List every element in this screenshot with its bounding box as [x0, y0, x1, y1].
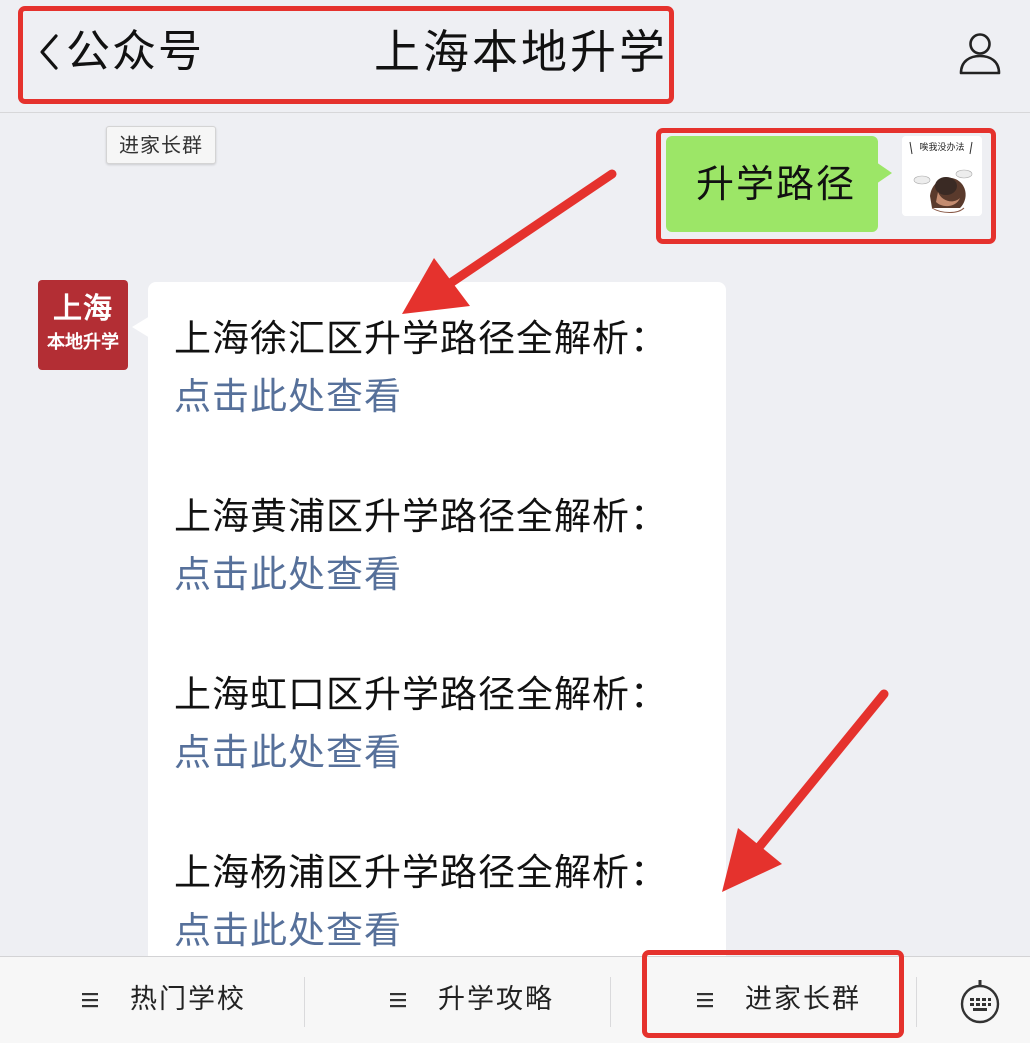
item-title: 上海黄浦区升学路径全解析：: [174, 495, 668, 538]
menu-divider: [916, 977, 917, 1027]
keyboard-icon[interactable]: [958, 978, 1002, 1026]
menu-item-label: 热门学校: [130, 984, 246, 1015]
list-item: 上海黄浦区升学路径全解析： 点击此处查看: [174, 488, 668, 604]
item-link[interactable]: 点击此处查看: [174, 546, 668, 604]
account-avatar[interactable]: 上海 本地升学: [38, 280, 128, 370]
hamburger-icon: [82, 993, 98, 1008]
user-message-bubble[interactable]: 升学路径: [666, 136, 892, 232]
profile-icon[interactable]: [956, 30, 1004, 76]
sticker-text: 唉我没办法: [919, 141, 964, 153]
page-title: 上海本地升学: [374, 25, 668, 79]
user-message-text: 升学路径: [696, 162, 857, 206]
back-label[interactable]: 公众号: [66, 24, 204, 80]
account-avatar-line1: 上海: [52, 291, 113, 325]
list-item: 上海虹口区升学路径全解析： 点击此处查看: [174, 666, 668, 782]
bottom-menu-bar: 热门学校 升学攻略 进家长群: [0, 956, 1030, 1043]
item-link[interactable]: 点击此处查看: [174, 368, 668, 426]
list-item: 上海杨浦区升学路径全解析： 点击此处查看: [174, 844, 668, 960]
account-avatar-line2: 本地升学: [47, 332, 119, 353]
menu-item-label: 进家长群: [745, 984, 861, 1015]
item-title: 上海虹口区升学路径全解析：: [174, 673, 668, 716]
back-chevron-icon[interactable]: [36, 30, 64, 74]
time-chip: 进家长群: [106, 126, 216, 164]
account-message-bubble: 上海徐汇区升学路径全解析： 点击此处查看 上海黄浦区升学路径全解析： 点击此处查…: [148, 282, 726, 982]
time-chip-label: 进家长群: [119, 133, 203, 157]
sticker-image: 唉我没办法: [902, 136, 982, 216]
hamburger-icon: [697, 993, 713, 1008]
item-link[interactable]: 点击此处查看: [174, 724, 668, 782]
item-title: 上海徐汇区升学路径全解析：: [174, 317, 668, 360]
hamburger-icon: [390, 993, 406, 1008]
arrow-to-menu: [722, 689, 889, 892]
menu-item-label: 升学攻略: [438, 984, 554, 1015]
list-item: 上海徐汇区升学路径全解析： 点击此处查看: [174, 310, 668, 426]
user-avatar[interactable]: 唉我没办法: [902, 136, 982, 216]
menu-item-popular-schools[interactable]: 热门学校: [0, 957, 304, 1043]
menu-item-parent-group[interactable]: 进家长群: [611, 957, 916, 1043]
item-title: 上海杨浦区升学路径全解析：: [174, 851, 668, 894]
header-bar: 公众号 上海本地升学: [0, 0, 1030, 113]
menu-item-strategy[interactable]: 升学攻略: [305, 957, 610, 1043]
item-link[interactable]: 点击此处查看: [174, 902, 668, 960]
